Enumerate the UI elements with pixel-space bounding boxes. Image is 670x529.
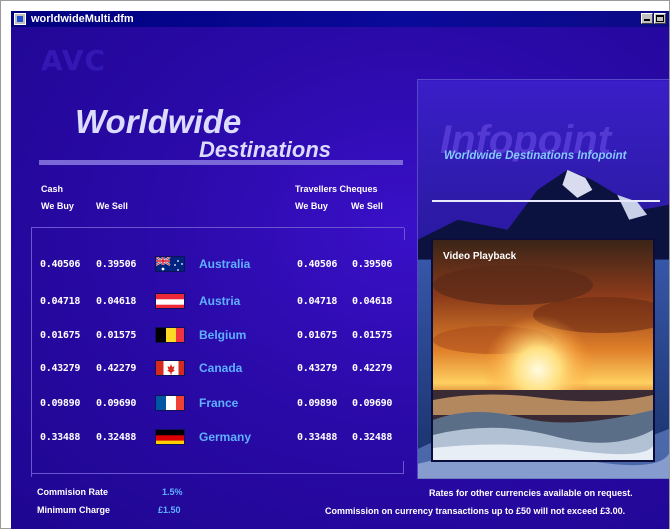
- cheque-sell-value: 0.04618: [352, 296, 393, 307]
- infopoint-subtitle: Worldwide Destinations Infopoint: [444, 150, 627, 162]
- cash-sell-value: 0.42279: [96, 363, 137, 374]
- main-content: AVC Worldwide Destinations Cash We Buy W…: [11, 27, 669, 529]
- minimum-charge-value: £1.50: [158, 505, 181, 515]
- sunset-image: [433, 240, 653, 460]
- maximize-button[interactable]: [654, 13, 666, 24]
- cash-sell-value: 0.32488: [96, 432, 137, 443]
- other-currencies-note: Rates for other currencies available on …: [429, 488, 633, 498]
- cash-header: Cash: [41, 184, 64, 194]
- app-window: worldwideMulti.dfm AVC Worldwide Destina…: [0, 0, 670, 529]
- cash-buy-value: 0.40506: [40, 259, 81, 270]
- cheque-sell-value: 0.09690: [352, 398, 393, 409]
- cheques-buy-header: We Buy: [295, 201, 328, 211]
- country-name[interactable]: Germany: [199, 430, 251, 444]
- cheque-buy-value: 0.43279: [297, 363, 338, 374]
- minimum-charge-label: Minimum Charge: [37, 505, 111, 515]
- heading-underline: [39, 160, 403, 165]
- cash-sell-value: 0.01575: [96, 330, 137, 341]
- heading-worldwide: Worldwide: [75, 103, 242, 140]
- title-bar[interactable]: worldwideMulti.dfm: [11, 11, 669, 27]
- rate-row: 0.40506 0.39506 Australia 0.40506 0.3950…: [11, 256, 411, 274]
- france-flag: [155, 395, 185, 411]
- cheque-sell-value: 0.01575: [352, 330, 393, 341]
- cash-buy-value: 0.33488: [40, 432, 81, 443]
- video-playback-label: Video Playback: [443, 251, 517, 262]
- rate-row: 0.33488 0.32488 Germany 0.33488 0.32488: [11, 429, 411, 447]
- cheque-sell-value: 0.42279: [352, 363, 393, 374]
- cash-buy-value: 0.09890: [40, 398, 81, 409]
- austria-flag: [155, 293, 185, 309]
- cheques-header: Travellers Cheques: [295, 184, 378, 194]
- germany-flag: [155, 429, 185, 445]
- cheques-sell-header: We Sell: [351, 201, 383, 211]
- country-name[interactable]: Austria: [199, 294, 240, 308]
- commission-rate-value: 1.5%: [162, 487, 183, 497]
- cheque-buy-value: 0.04718: [297, 296, 338, 307]
- australia-flag: [155, 256, 185, 272]
- maximize-icon: [656, 15, 664, 22]
- cash-buy-value: 0.01675: [40, 330, 81, 341]
- country-name[interactable]: Belgium: [199, 328, 246, 342]
- country-name[interactable]: France: [199, 396, 238, 410]
- rates-table-base: [31, 461, 404, 474]
- canada-flag: [155, 360, 185, 376]
- country-name[interactable]: Australia: [199, 257, 250, 271]
- video-playback[interactable]: Video Playback: [431, 238, 655, 462]
- app-form-icon[interactable]: [14, 13, 26, 25]
- cash-buy-value: 0.04718: [40, 296, 81, 307]
- cash-sell-value: 0.04618: [96, 296, 137, 307]
- rate-row: 0.43279 0.42279 Canada 0.43279 0.42279: [11, 360, 411, 378]
- cash-sell-value: 0.09690: [96, 398, 137, 409]
- belgium-flag: [155, 327, 185, 343]
- window-title: worldwideMulti.dfm: [31, 13, 134, 25]
- cheque-buy-value: 0.40506: [297, 259, 338, 270]
- cash-buy-value: 0.43279: [40, 363, 81, 374]
- rate-row: 0.01675 0.01575 Belgium 0.01675 0.01575: [11, 327, 411, 345]
- rate-row: 0.09890 0.09690 France 0.09890 0.09690: [11, 395, 411, 413]
- minimize-button[interactable]: [641, 13, 653, 24]
- rate-row: 0.04718 0.04618 Austria 0.04718 0.04618: [11, 293, 411, 311]
- cheque-buy-value: 0.33488: [297, 432, 338, 443]
- cash-buy-header: We Buy: [41, 201, 74, 211]
- cheque-sell-value: 0.39506: [352, 259, 393, 270]
- cash-sell-header: We Sell: [96, 201, 128, 211]
- cheque-buy-value: 0.09890: [297, 398, 338, 409]
- cash-sell-value: 0.39506: [96, 259, 137, 270]
- avc-logo: AVC: [41, 44, 106, 77]
- country-name[interactable]: Canada: [199, 361, 242, 375]
- infopoint-divider: [432, 200, 660, 202]
- commission-note: Commission on currency transactions up t…: [325, 506, 626, 516]
- cheque-buy-value: 0.01675: [297, 330, 338, 341]
- cheque-sell-value: 0.32488: [352, 432, 393, 443]
- commission-rate-label: Commision Rate: [37, 487, 109, 497]
- minimize-icon: [644, 19, 650, 21]
